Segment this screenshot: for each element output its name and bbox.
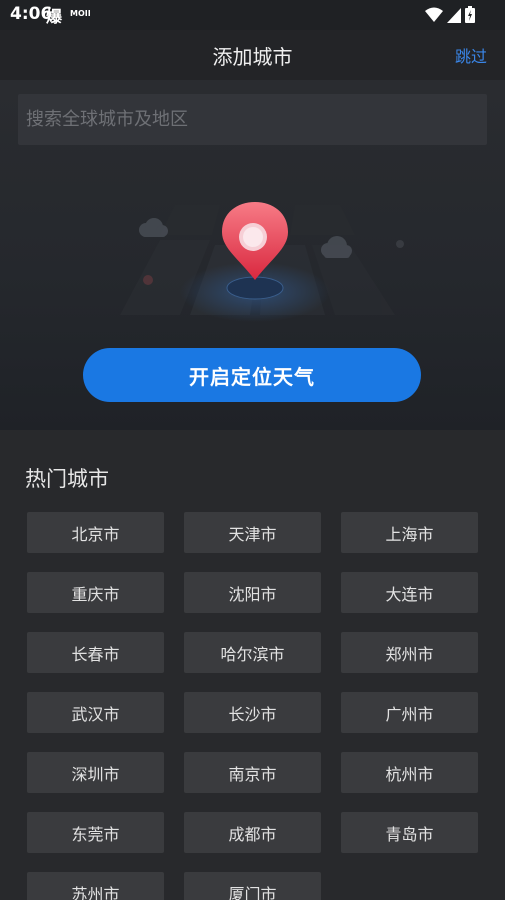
city-button[interactable]: 上海市 xyxy=(341,512,478,553)
notification-icon: 爆 xyxy=(46,7,63,26)
city-button[interactable]: 苏州市 xyxy=(27,872,164,900)
city-button[interactable]: 长沙市 xyxy=(184,692,321,733)
status-icons xyxy=(425,6,475,23)
add-city-screen: 4:06 爆 MOII 添加城市 跳过 搜索全球城市及地区 开启定位天气 热门城… xyxy=(0,0,505,900)
city-button[interactable]: 成都市 xyxy=(184,812,321,853)
city-button[interactable]: 郑州市 xyxy=(341,632,478,673)
page-title: 添加城市 xyxy=(212,45,293,69)
city-button[interactable]: 南京市 xyxy=(184,752,321,793)
city-button[interactable]: 长春市 xyxy=(27,632,164,673)
cloud-icon xyxy=(321,236,352,258)
city-button[interactable]: 大连市 xyxy=(341,572,478,613)
city-button[interactable]: 青岛市 xyxy=(341,812,478,853)
city-button[interactable]: 厦门市 xyxy=(184,872,321,900)
battery-icon xyxy=(465,6,475,23)
city-button[interactable]: 东莞市 xyxy=(27,812,164,853)
city-button[interactable]: 哈尔滨市 xyxy=(184,632,321,673)
signal-icon xyxy=(447,7,461,23)
locate-area: 开启定位天气 xyxy=(0,80,505,430)
wifi-icon xyxy=(425,7,443,22)
enable-location-button[interactable]: 开启定位天气 xyxy=(83,348,421,402)
header: 添加城市 跳过 xyxy=(0,30,505,80)
city-button[interactable]: 沈阳市 xyxy=(184,572,321,613)
city-button[interactable]: 北京市 xyxy=(27,512,164,553)
city-button[interactable]: 武汉市 xyxy=(27,692,164,733)
carrier-icon: MOII xyxy=(70,9,91,18)
search-input[interactable] xyxy=(18,94,487,145)
search-box xyxy=(18,94,487,145)
status-bar: 4:06 爆 MOII xyxy=(0,0,505,30)
hot-cities-title: 热门城市 xyxy=(25,467,109,491)
city-grid: 北京市 天津市 上海市 重庆市 沈阳市 大连市 长春市 哈尔滨市 郑州市 武汉市… xyxy=(27,512,478,900)
city-button[interactable]: 广州市 xyxy=(341,692,478,733)
map-illustration xyxy=(120,202,404,322)
city-button[interactable]: 天津市 xyxy=(184,512,321,553)
city-button[interactable]: 重庆市 xyxy=(27,572,164,613)
city-button[interactable]: 深圳市 xyxy=(27,752,164,793)
city-button[interactable]: 杭州市 xyxy=(341,752,478,793)
cloud-icon xyxy=(139,218,168,237)
skip-button[interactable]: 跳过 xyxy=(455,43,487,67)
hot-cities-section: 热门城市 北京市 天津市 上海市 重庆市 沈阳市 大连市 长春市 哈尔滨市 郑州… xyxy=(0,430,505,900)
